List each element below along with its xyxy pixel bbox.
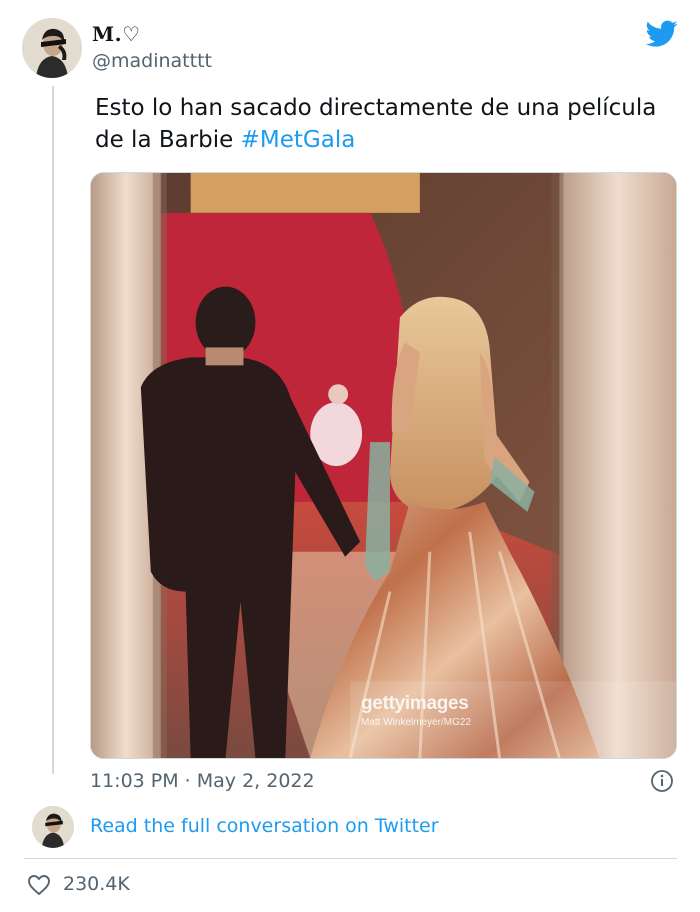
info-icon[interactable] [650, 769, 674, 793]
getty-watermark: gettyimages Matt Winkelmeyer/MG22 [361, 693, 471, 728]
twitter-bird-icon[interactable] [645, 20, 678, 48]
tweet-timestamp[interactable]: 11:03 PM · May 2, 2022 [90, 770, 315, 792]
heart-icon[interactable] [27, 874, 51, 896]
getty-credit: Matt Winkelmeyer/MG22 [361, 717, 472, 728]
tweet-photo[interactable]: gettyimages Matt Winkelmeyer/MG22 [90, 172, 677, 759]
tweet-body: Esto lo han sacado directamente de una p… [95, 95, 657, 153]
read-full-conversation-link[interactable]: Read the full conversation on Twitter [90, 815, 439, 837]
getty-brand: gettyimages [361, 693, 469, 714]
author-avatar[interactable] [22, 18, 82, 78]
like-count: 230.4K [63, 873, 130, 895]
divider [24, 858, 677, 859]
tweet-text: Esto lo han sacado directamente de una p… [95, 92, 675, 156]
author-display-name[interactable]: M.♡ [92, 22, 141, 46]
author-avatar-small[interactable] [32, 806, 74, 848]
author-handle[interactable]: @madinatttt [92, 50, 212, 72]
hashtag-link[interactable]: #MetGala [241, 127, 356, 153]
thread-line [52, 86, 54, 774]
